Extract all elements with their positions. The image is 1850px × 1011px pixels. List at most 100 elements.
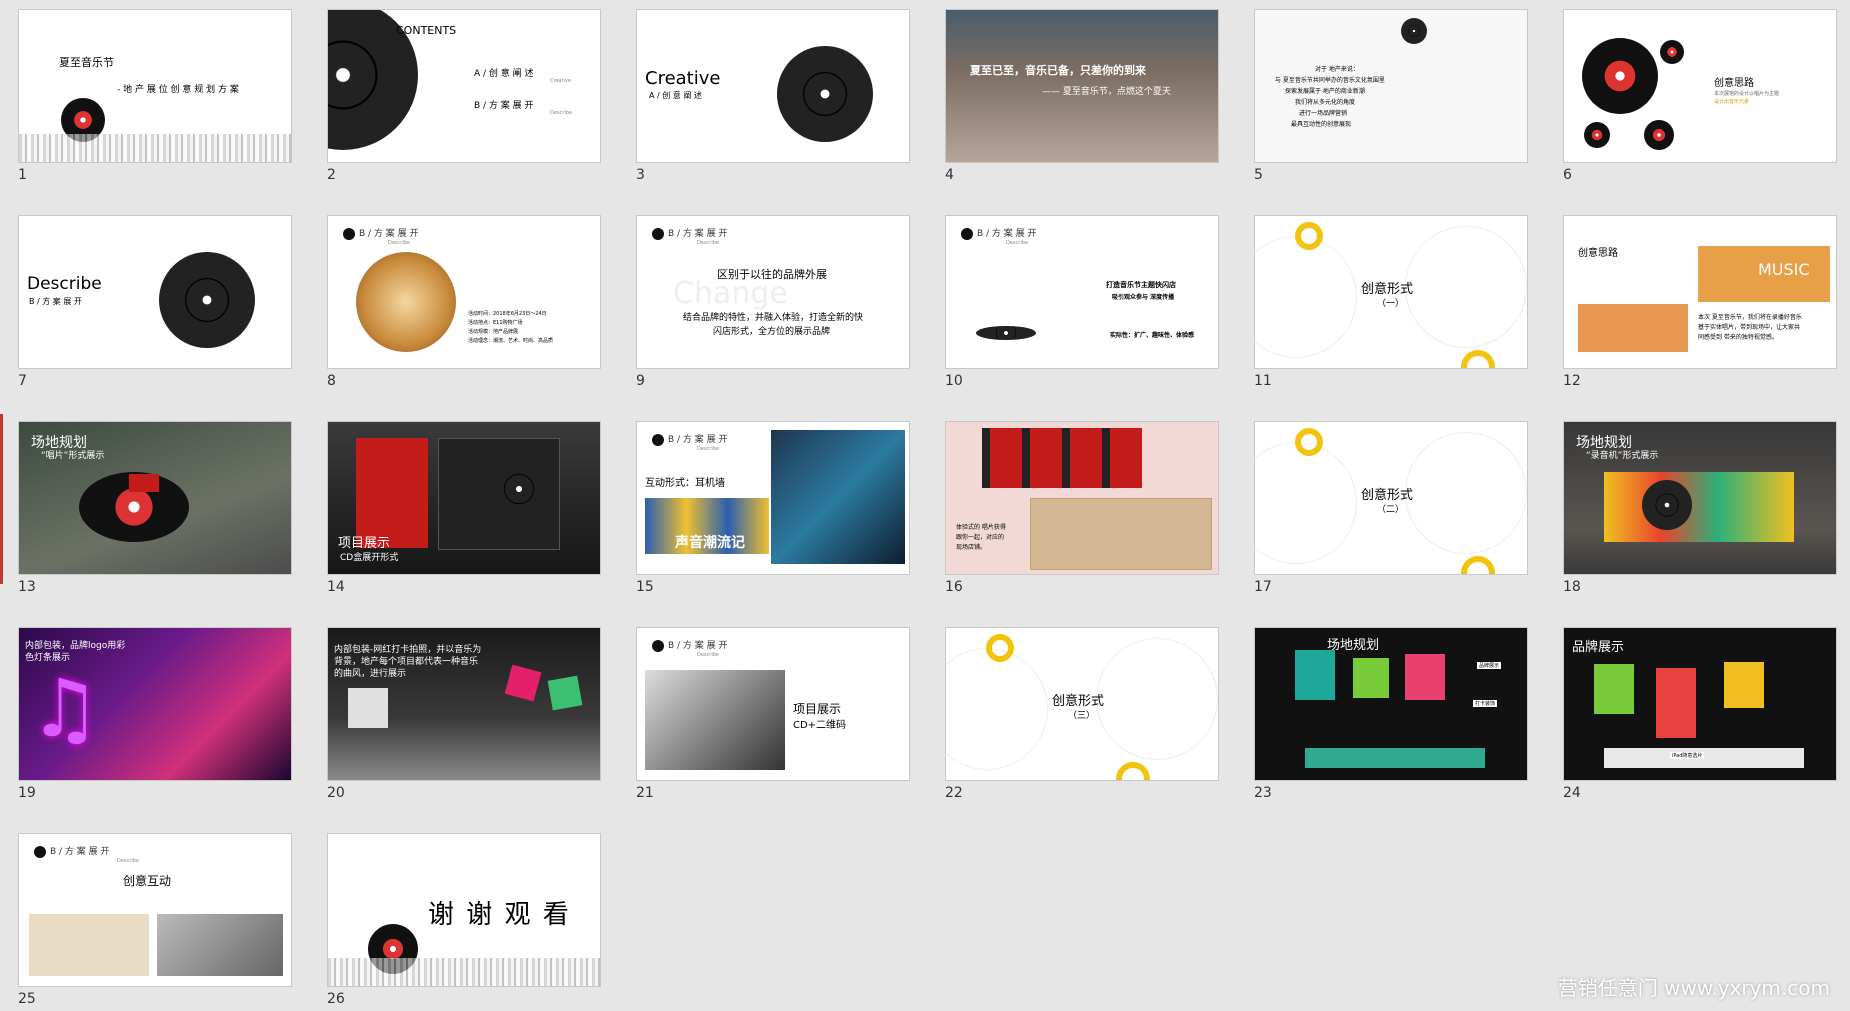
slide-text: B / 方 案 展 开 [668, 229, 728, 239]
slide-number: 9 [636, 373, 645, 389]
slide-text: 谢 谢 观 看 [428, 900, 571, 930]
slide-number: 11 [1254, 373, 1272, 389]
slide-text: A / 创 意 阐 述 [649, 91, 702, 100]
slide-preview[interactable]: 创意思路 MUSIC 本次 夏至音乐节，我们将在录播好音乐 基于实体唱片，带到现… [1563, 215, 1837, 369]
city-skyline-decor [19, 134, 291, 162]
slide-preview[interactable]: 品牌展示 iPad随意选片 [1563, 627, 1837, 781]
slide-thumb-21[interactable]: B / 方 案 展 开 Describe 项目展示 CD+二维码 21 [636, 627, 910, 801]
slide-text: 实际性：扩广、趣味性、体验感 [1110, 332, 1195, 339]
slide-thumb-11[interactable]: 创意形式 （一） 11 [1254, 215, 1528, 389]
slide-thumb-5[interactable]: 对于 地产来说： 与 夏至音乐节共同举办的音乐文化氛围里 探索发展属于 地产的商… [1254, 9, 1528, 183]
slide-thumb-20[interactable]: 内部包装-网红打卡拍照，并以音乐为 背景，地产每个项目都代表一种音乐 的曲风，进… [327, 627, 601, 801]
slide-thumb-2[interactable]: CONTENTS A / 创 意 阐 述 Creative B / 方 案 展 … [327, 9, 601, 183]
slide-thumb-3[interactable]: Creative A / 创 意 阐 述 3 [636, 9, 910, 183]
green-frame-image [547, 675, 583, 711]
slide-thumb-23[interactable]: 场地规划 品牌展示 打卡装饰 23 [1254, 627, 1528, 801]
slide-preview[interactable]: CONTENTS A / 创 意 阐 述 Creative B / 方 案 展 … [327, 9, 601, 163]
slide-thumb-7[interactable]: Describe B / 方 案 展 开 7 [18, 215, 292, 389]
slide-preview[interactable]: B / 方 案 展 开 Describe 创意互动 [18, 833, 292, 987]
slide-preview[interactable]: 对于 地产来说： 与 夏至音乐节共同举办的音乐文化氛围里 探索发展属于 地产的商… [1254, 9, 1528, 163]
slide-text: 与 夏至音乐节共同举办的音乐文化氛围里 [1275, 77, 1385, 84]
slide-number: 7 [18, 373, 27, 389]
record-icon [652, 433, 664, 446]
decor-circle [1405, 432, 1527, 554]
slide-preview[interactable]: 夏至已至，音乐已备，只差你的到来 —— 夏至音乐节，点燃这个夏天 [945, 9, 1219, 163]
envelope-image [29, 914, 149, 976]
slide-preview[interactable]: B / 方 案 展 开 Describe 打造音乐节主题快闪店 吸引观众参与 深… [945, 215, 1219, 369]
yellow-ring-icon [986, 634, 1014, 662]
slide-text: Creative [550, 78, 571, 84]
slide-number: 3 [636, 167, 645, 183]
slide-thumb-13[interactable]: 场地规划 “唱片”形式展示 13 [18, 421, 292, 595]
slide-text: 打造音乐节主题快闪店 [1106, 281, 1176, 289]
slide-preview[interactable]: 项目展示 CD盒展开形式 [327, 421, 601, 575]
selection-indicator [0, 414, 3, 584]
slide-thumb-16[interactable]: 体验式的 唱片获得 跟你一起，对应的 现场店铺。 16 [945, 421, 1219, 595]
slide-sorter-grid: 夏至音乐节 - 地 产 展 位 创 意 规 划 方 案 1 CONTENTS A… [18, 9, 1838, 1007]
slide-text: 基于实体唱片，带到现场中，让大家共 [1698, 324, 1801, 331]
slide-preview[interactable]: 内部包装，品牌logo用彩 色灯条展示 ♫ [18, 627, 292, 781]
decor-circle [1096, 638, 1218, 760]
slide-thumb-10[interactable]: B / 方 案 展 开 Describe 打造音乐节主题快闪店 吸引观众参与 深… [945, 215, 1219, 389]
slide-thumb-22[interactable]: 创意形式 （三） 22 [945, 627, 1219, 801]
slide-preview[interactable]: 创意思路 本次展馆的设计以唱片为主题 设计出音乐元素 [1563, 9, 1837, 163]
vinyl-record-icon [777, 46, 873, 142]
slide-thumb-25[interactable]: B / 方 案 展 开 Describe 创意互动 25 [18, 833, 292, 1007]
slide-preview[interactable]: 谢 谢 观 看 [327, 833, 601, 987]
slide-text: Describe [27, 274, 102, 294]
record-icon [343, 227, 355, 240]
slide-preview[interactable]: 创意形式 （二） [1254, 421, 1528, 575]
slide-thumb-19[interactable]: 内部包装，品牌logo用彩 色灯条展示 ♫ 19 [18, 627, 292, 801]
slide-number: 1 [18, 167, 27, 183]
slide-text: 项目展示 [338, 536, 391, 551]
stage-floor-image [1305, 748, 1485, 768]
slide-preview[interactable]: 内部包装-网红打卡拍照，并以音乐为 背景，地产每个项目都代表一种音乐 的曲风，进… [327, 627, 601, 781]
slide-number: 6 [1563, 167, 1572, 183]
slide-number: 24 [1563, 785, 1581, 801]
slide-text: 创意互动 [123, 874, 172, 888]
slide-thumb-8[interactable]: B / 方 案 展 开 Describe 活动时间：2018年6月23日～24日… [327, 215, 601, 389]
slide-text: Describe [550, 110, 572, 116]
slide-text: Describe [117, 858, 139, 864]
slide-preview[interactable]: B / 方 案 展 开 Describe 互动形式：耳机墙 声音潮流记 [636, 421, 910, 575]
slide-text: 活动地点：E11购物广场 [468, 320, 523, 326]
slide-thumb-24[interactable]: 品牌展示 iPad随意选片 24 [1563, 627, 1837, 801]
vinyl-record-icon [1644, 120, 1674, 150]
slide-thumb-1[interactable]: 夏至音乐节 - 地 产 展 位 创 意 规 划 方 案 1 [18, 9, 292, 183]
slide-thumb-9[interactable]: B / 方 案 展 开 Describe 区别于以往的品牌外展 Change 结… [636, 215, 910, 389]
slide-preview[interactable]: Describe B / 方 案 展 开 [18, 215, 292, 369]
slide-text: 互动形式：耳机墙 [645, 478, 725, 489]
slide-thumb-12[interactable]: 创意思路 MUSIC 本次 夏至音乐节，我们将在录播好音乐 基于实体唱片，带到现… [1563, 215, 1837, 389]
slide-preview[interactable]: 场地规划 “唱片”形式展示 [18, 421, 292, 575]
slide-thumb-17[interactable]: 创意形式 （二） 17 [1254, 421, 1528, 595]
slide-text: - 地 产 展 位 创 意 规 划 方 案 [117, 85, 239, 95]
slide-preview[interactable]: 体验式的 唱片获得 跟你一起，对应的 现场店铺。 [945, 421, 1219, 575]
slide-thumb-14[interactable]: 项目展示 CD盒展开形式 14 [327, 421, 601, 595]
slide-thumb-4[interactable]: 夏至已至，音乐已备，只差你的到来 —— 夏至音乐节，点燃这个夏天 4 [945, 9, 1219, 183]
slide-text: B / 方 案 展 开 [474, 101, 534, 111]
slide-preview[interactable]: B / 方 案 展 开 Describe 项目展示 CD+二维码 [636, 627, 910, 781]
green-box-image [1353, 658, 1389, 698]
headphone-wall-image: 声音潮流记 [645, 498, 769, 554]
speaker-icon [1642, 480, 1692, 530]
slide-thumb-18[interactable]: 场地规划 “录音机”形式展示 18 [1563, 421, 1837, 595]
slide-preview[interactable]: Creative A / 创 意 阐 述 [636, 9, 910, 163]
slide-text: CONTENTS [396, 24, 457, 37]
slide-thumb-15[interactable]: B / 方 案 展 开 Describe 互动形式：耳机墙 声音潮流记 15 [636, 421, 910, 595]
record-icon [652, 227, 664, 240]
slide-preview[interactable]: 场地规划 品牌展示 打卡装饰 [1254, 627, 1528, 781]
house-shaped-package-image [982, 428, 1142, 488]
slide-preview[interactable]: B / 方 案 展 开 Describe 区别于以往的品牌外展 Change 结… [636, 215, 910, 369]
pink-box-image [1405, 654, 1445, 700]
slide-preview[interactable]: 创意形式 （三） [945, 627, 1219, 781]
decor-circle [946, 648, 1048, 770]
slide-preview[interactable]: 创意形式 （一） [1254, 215, 1528, 369]
record-icon [961, 227, 973, 240]
slide-preview[interactable]: 场地规划 “录音机”形式展示 [1563, 421, 1837, 575]
teal-box-image [1295, 650, 1335, 700]
slide-thumb-26[interactable]: 谢 谢 观 看 26 [327, 833, 601, 1007]
slide-thumb-6[interactable]: 创意思路 本次展馆的设计以唱片为主题 设计出音乐元素 6 [1563, 9, 1837, 183]
slide-preview[interactable]: 夏至音乐节 - 地 产 展 位 创 意 规 划 方 案 [18, 9, 292, 163]
slide-preview[interactable]: B / 方 案 展 开 Describe 活动时间：2018年6月23日～24日… [327, 215, 601, 369]
music-poster-image [1578, 304, 1688, 352]
